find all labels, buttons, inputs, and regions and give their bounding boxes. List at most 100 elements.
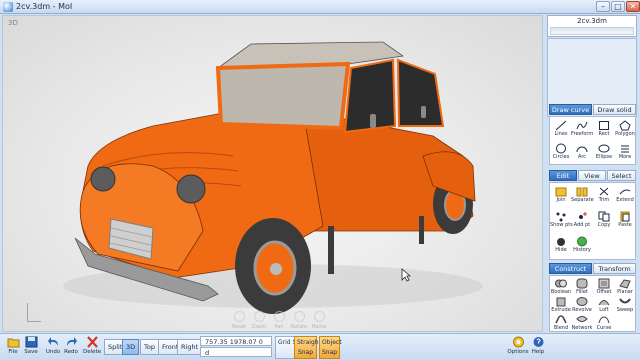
- undo-icon: [47, 337, 58, 346]
- tool-ellipse[interactable]: Ellipse: [593, 142, 615, 162]
- trim-icon: [599, 187, 609, 196]
- construct-tools-palette: Boolean Fillet Offset Planar Extrude Rev…: [549, 275, 636, 332]
- tab-construct[interactable]: Construct: [549, 263, 592, 274]
- paste-icon: [620, 211, 630, 222]
- nav-home[interactable]: Home: [309, 311, 329, 331]
- nav-zoom[interactable]: Zoom: [249, 311, 269, 331]
- nav-rotate[interactable]: Rotate: [289, 311, 309, 331]
- front-hub-cap: [270, 263, 282, 275]
- save-button[interactable]: Save: [20, 335, 42, 360]
- construct-tabs: Construct Transform: [549, 263, 636, 274]
- sweep-icon: [619, 298, 631, 304]
- tool-curve[interactable]: Curve: [593, 313, 615, 333]
- folder-icon: [7, 338, 19, 348]
- tab-edit[interactable]: Edit: [549, 170, 577, 181]
- tool-separate[interactable]: Separate: [571, 185, 594, 205]
- coordinate-distance-field[interactable]: d: [200, 347, 272, 357]
- hide-icon: [557, 238, 565, 246]
- tool-extend[interactable]: Extend: [614, 185, 636, 205]
- scene-browser-expand[interactable]: [550, 27, 634, 35]
- tool-revolve[interactable]: Revolve: [571, 295, 593, 315]
- viewport-3d[interactable]: 3D Reset Zoom Pan Rotate Home: [2, 15, 543, 332]
- windshield: [215, 61, 351, 131]
- tool-network[interactable]: Network: [571, 313, 593, 333]
- tool-boolean[interactable]: Boolean: [550, 277, 572, 297]
- moi-app-icon: [3, 2, 13, 12]
- mouse-cursor-icon: [401, 268, 411, 282]
- planar-icon: [619, 279, 631, 289]
- tool-fillet[interactable]: Fillet: [571, 277, 593, 297]
- tab-view[interactable]: View: [578, 170, 606, 181]
- lines-icon: [555, 120, 567, 131]
- tab-draw-solid[interactable]: Draw solid: [593, 104, 636, 115]
- scene-browser-header[interactable]: 2cv.3dm: [547, 15, 637, 37]
- nav-reset[interactable]: Reset: [229, 311, 249, 331]
- extrude-icon: [556, 297, 566, 307]
- view-3d-button[interactable]: 3D: [122, 339, 140, 355]
- view-top-button[interactable]: Top: [140, 339, 159, 355]
- minimize-button[interactable]: –: [596, 1, 610, 12]
- side-window-rear: [396, 58, 445, 127]
- copy-icon: [598, 211, 610, 222]
- offset-icon: [598, 278, 610, 289]
- tool-loft[interactable]: Loft: [593, 295, 615, 315]
- tool-show-pts[interactable]: Show pts: [550, 210, 573, 230]
- tool-paste[interactable]: Paste: [614, 210, 636, 230]
- bottom-toolbar: File Save Undo Redo Delete Split 3D Top …: [0, 333, 640, 360]
- options-button[interactable]: Options: [507, 335, 529, 360]
- curve-icon: [598, 316, 610, 324]
- redo-button[interactable]: Redo: [60, 335, 82, 360]
- pan-icon: [273, 311, 285, 322]
- fillet-icon: [576, 278, 588, 289]
- boolean-icon: [555, 279, 567, 288]
- tool-history[interactable]: History: [571, 235, 593, 255]
- delete-button[interactable]: Delete: [81, 335, 103, 360]
- tab-select[interactable]: Select: [607, 170, 636, 181]
- tool-sweep[interactable]: Sweep: [614, 295, 636, 315]
- tool-planar[interactable]: Planar: [614, 277, 636, 297]
- maximize-button[interactable]: □: [611, 1, 625, 12]
- help-button[interactable]: Help: [527, 335, 549, 360]
- home-icon: [313, 311, 325, 322]
- extend-icon: [619, 189, 631, 195]
- tool-offset[interactable]: Offset: [593, 277, 615, 297]
- tool-more[interactable]: More: [614, 142, 636, 162]
- coordinate-xyz-field[interactable]: 757.35 1978.07 0: [200, 336, 272, 346]
- tab-draw-curve[interactable]: Draw curve: [549, 104, 592, 115]
- more-icon: [621, 145, 629, 153]
- car-model[interactable]: [3, 16, 543, 332]
- zoom-icon: [253, 311, 265, 322]
- coordinate-input[interactable]: 757.35 1978.07 0 d: [200, 336, 272, 358]
- view-right-button[interactable]: Right: [177, 339, 203, 355]
- blend-icon: [555, 315, 567, 324]
- loft-icon: [598, 300, 610, 306]
- tool-polygon[interactable]: Polygon: [614, 119, 636, 139]
- door-handle-rear: [421, 106, 426, 118]
- tool-hide[interactable]: Hide: [550, 235, 572, 255]
- tool-blend[interactable]: Blend: [550, 313, 572, 333]
- title-bar: 2cv.3dm - MoI – □ ✕: [0, 0, 640, 14]
- object-snap-toggle[interactable]: Object Snap: [319, 336, 342, 359]
- scene-file-name: 2cv.3dm: [577, 17, 607, 25]
- tool-lines[interactable]: Lines: [550, 119, 572, 139]
- circle-icon: [556, 143, 566, 154]
- tool-circles[interactable]: Circles: [550, 142, 572, 162]
- edit-tools-palette: Join Separate Trim Extend Show pts Add p…: [549, 182, 636, 260]
- tab-transform[interactable]: Transform: [593, 263, 636, 274]
- tool-add-pt[interactable]: Add pt: [571, 210, 593, 230]
- tool-freeform[interactable]: Freeform: [571, 119, 593, 139]
- close-button[interactable]: ✕: [626, 1, 640, 12]
- ellipse-icon: [598, 144, 610, 153]
- axis-y-line: [27, 303, 28, 321]
- tool-extrude[interactable]: Extrude: [550, 295, 572, 315]
- headlight: [90, 166, 116, 192]
- nav-pan[interactable]: Pan: [269, 311, 289, 331]
- tool-join[interactable]: Join: [550, 185, 572, 205]
- tool-trim[interactable]: Trim: [593, 185, 615, 205]
- tool-arc[interactable]: Arc: [571, 142, 593, 162]
- rect-icon: [599, 121, 609, 130]
- tool-copy[interactable]: Copy: [593, 210, 615, 230]
- arc-icon: [576, 146, 588, 153]
- tool-rect[interactable]: Rect: [593, 119, 615, 139]
- straight-snap-toggle[interactable]: Straight Snap: [294, 336, 321, 359]
